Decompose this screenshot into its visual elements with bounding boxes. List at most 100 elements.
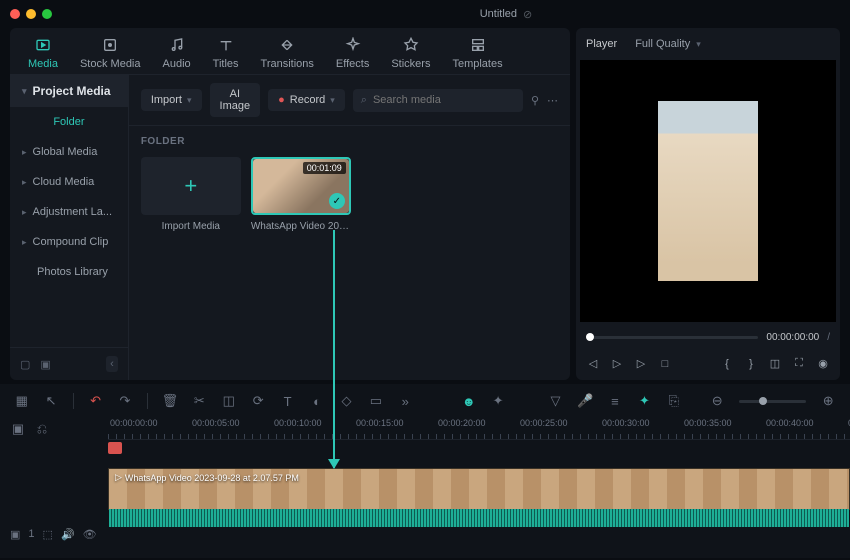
redo-icon[interactable]: ↷	[117, 393, 132, 409]
speed-icon[interactable]: ⟳	[250, 393, 265, 409]
audio-waveform[interactable]	[109, 509, 849, 527]
plus-icon: +	[184, 173, 197, 199]
tab-label: Transitions	[261, 58, 314, 70]
record-button[interactable]: ●Record▾	[268, 89, 345, 111]
zoom-out-icon[interactable]: ⊖	[710, 393, 725, 409]
tab-media[interactable]: Media	[28, 36, 58, 70]
mixer-icon[interactable]: ≡	[607, 394, 622, 409]
stock-icon	[101, 36, 119, 54]
player-label: Player	[586, 38, 617, 50]
sidebar-item-global-media[interactable]: ▸Global Media	[10, 137, 128, 167]
filter-icon[interactable]: ⚲	[531, 94, 539, 107]
timeline-clip[interactable]: ▷ WhatsApp Video 2023-09-28 at 2.07.57 P…	[108, 468, 850, 510]
add-folder-icon[interactable]: ▣	[40, 358, 50, 371]
scrubber-thumb[interactable]	[586, 333, 594, 341]
player-header: Player Full Quality▾	[576, 28, 840, 60]
titles-icon	[217, 36, 235, 54]
sidebar-item-compound[interactable]: ▸Compound Clip	[10, 227, 128, 257]
timeline-toolbar: ▦ ↖ ↶ ↷ 🗑 ✂ ◫ ⟳ T ◐ ◇ ▭ » ☻ ✦ ▽ 🎤 ≡ ✦ ⎘ …	[0, 384, 850, 418]
sidebar-header-project-media[interactable]: ▾Project Media	[10, 75, 128, 107]
delete-icon[interactable]: 🗑	[162, 393, 178, 409]
fullscreen-icon[interactable]: ⛶	[792, 357, 806, 370]
keyframe-icon[interactable]: ◇	[339, 393, 354, 409]
link-icon[interactable]: ⎘	[666, 393, 681, 409]
import-media-tile[interactable]: + Import Media	[141, 157, 241, 232]
thumb-label: Import Media	[141, 221, 241, 232]
tab-templates[interactable]: Templates	[452, 36, 502, 70]
player-viewer[interactable]	[580, 60, 836, 322]
visible-icon[interactable]: 👁	[83, 528, 97, 541]
split-icon[interactable]: ✂	[192, 393, 207, 409]
grid-icon[interactable]: ▦	[14, 393, 29, 409]
crop-icon[interactable]: ◫	[768, 357, 782, 370]
tab-titles[interactable]: Titles	[213, 36, 239, 70]
marker-icon[interactable]: ▽	[548, 393, 563, 409]
sidebar-folder[interactable]: Folder	[10, 107, 128, 137]
tab-effects[interactable]: Effects	[336, 36, 369, 70]
tab-stickers[interactable]: Stickers	[391, 36, 430, 70]
search-field[interactable]: ⌕	[353, 89, 523, 112]
tab-label: Templates	[452, 58, 502, 70]
ai-image-button[interactable]: AI Image	[210, 83, 261, 117]
player-scrubber[interactable]: 00:00:00:00 /	[576, 322, 840, 353]
zoom-in-icon[interactable]: ⊕	[820, 393, 835, 409]
more-tools-icon[interactable]: »	[398, 394, 413, 409]
playhead-region[interactable]	[108, 440, 850, 454]
tab-stock-media[interactable]: Stock Media	[80, 36, 141, 70]
ai-icon[interactable]: ☻	[461, 394, 476, 409]
player-time: 00:00:00:00	[766, 332, 819, 343]
playhead-handle[interactable]	[108, 442, 122, 454]
tab-label: Media	[28, 58, 58, 70]
crop-tool-icon[interactable]: ◫	[221, 393, 236, 409]
sidebar-item-cloud-media[interactable]: ▸Cloud Media	[10, 167, 128, 197]
color-icon[interactable]: ◐	[309, 394, 324, 409]
tracks-area[interactable]: 00:00:00:00 00:00:05:00 00:00:10:00 00:0…	[108, 418, 850, 558]
more-icon[interactable]: ⋯	[547, 94, 558, 107]
group-icon[interactable]: ▭	[368, 393, 383, 409]
transitions-icon	[278, 36, 296, 54]
time-ruler[interactable]: 00:00:00:00 00:00:05:00 00:00:10:00 00:0…	[108, 418, 850, 440]
play-backward-icon[interactable]: ▷	[610, 357, 624, 370]
search-input[interactable]	[373, 94, 515, 106]
time-separator: /	[827, 332, 830, 343]
import-button[interactable]: Import▾	[141, 89, 202, 111]
lock-icon[interactable]: ⬚	[43, 528, 53, 541]
mute-icon[interactable]: 🔊	[61, 528, 75, 541]
mark-in-icon[interactable]: {	[720, 358, 734, 370]
mic-icon[interactable]: 🎤	[577, 393, 593, 409]
minimize-window[interactable]	[26, 9, 36, 19]
close-window[interactable]	[10, 9, 20, 19]
video-track-header[interactable]: ▣ 1 ⬚ 🔊 👁	[0, 512, 108, 556]
stickers-icon	[402, 36, 420, 54]
sync-icon: ⊘	[523, 8, 532, 21]
media-clip-tile[interactable]: 00:01:09 ✓ WhatsApp Video 202...	[251, 157, 351, 232]
project-title: Untitled ⊘	[172, 8, 840, 21]
track-link-icon[interactable]: ⎌	[34, 421, 50, 437]
thumb-label: WhatsApp Video 202...	[251, 221, 351, 232]
cursor-icon[interactable]: ↖	[43, 393, 58, 409]
snapshot-icon[interactable]: ◉	[816, 357, 830, 370]
prev-frame-icon[interactable]: ◁	[586, 357, 600, 370]
tab-audio[interactable]: Audio	[163, 36, 191, 70]
quality-dropdown[interactable]: Full Quality▾	[635, 38, 701, 50]
tab-transitions[interactable]: Transitions	[261, 36, 314, 70]
sidebar-item-photos[interactable]: Photos Library	[10, 257, 128, 287]
text-icon[interactable]: T	[280, 394, 295, 409]
snap-icon[interactable]: ✦	[637, 393, 652, 409]
mark-out-icon[interactable]: }	[744, 358, 758, 370]
enhance-icon[interactable]: ✦	[490, 393, 505, 409]
collapse-sidebar-icon[interactable]: ‹	[106, 356, 118, 372]
maximize-window[interactable]	[42, 9, 52, 19]
sidebar-item-adjustment[interactable]: ▸Adjustment La...	[10, 197, 128, 227]
track-layers-icon[interactable]: ▣	[10, 421, 26, 437]
tab-label: Stock Media	[80, 58, 141, 70]
play-icon[interactable]: ▷	[634, 357, 648, 370]
media-panel: Media Stock Media Audio Titles Transitio…	[10, 28, 570, 380]
track-number: 1	[28, 528, 34, 540]
titlebar: Untitled ⊘	[0, 0, 850, 28]
undo-icon[interactable]: ↶	[88, 393, 103, 409]
new-folder-icon[interactable]: ▢	[20, 358, 30, 371]
stop-icon[interactable]: □	[658, 358, 672, 370]
zoom-slider[interactable]	[739, 400, 807, 403]
templates-icon	[469, 36, 487, 54]
